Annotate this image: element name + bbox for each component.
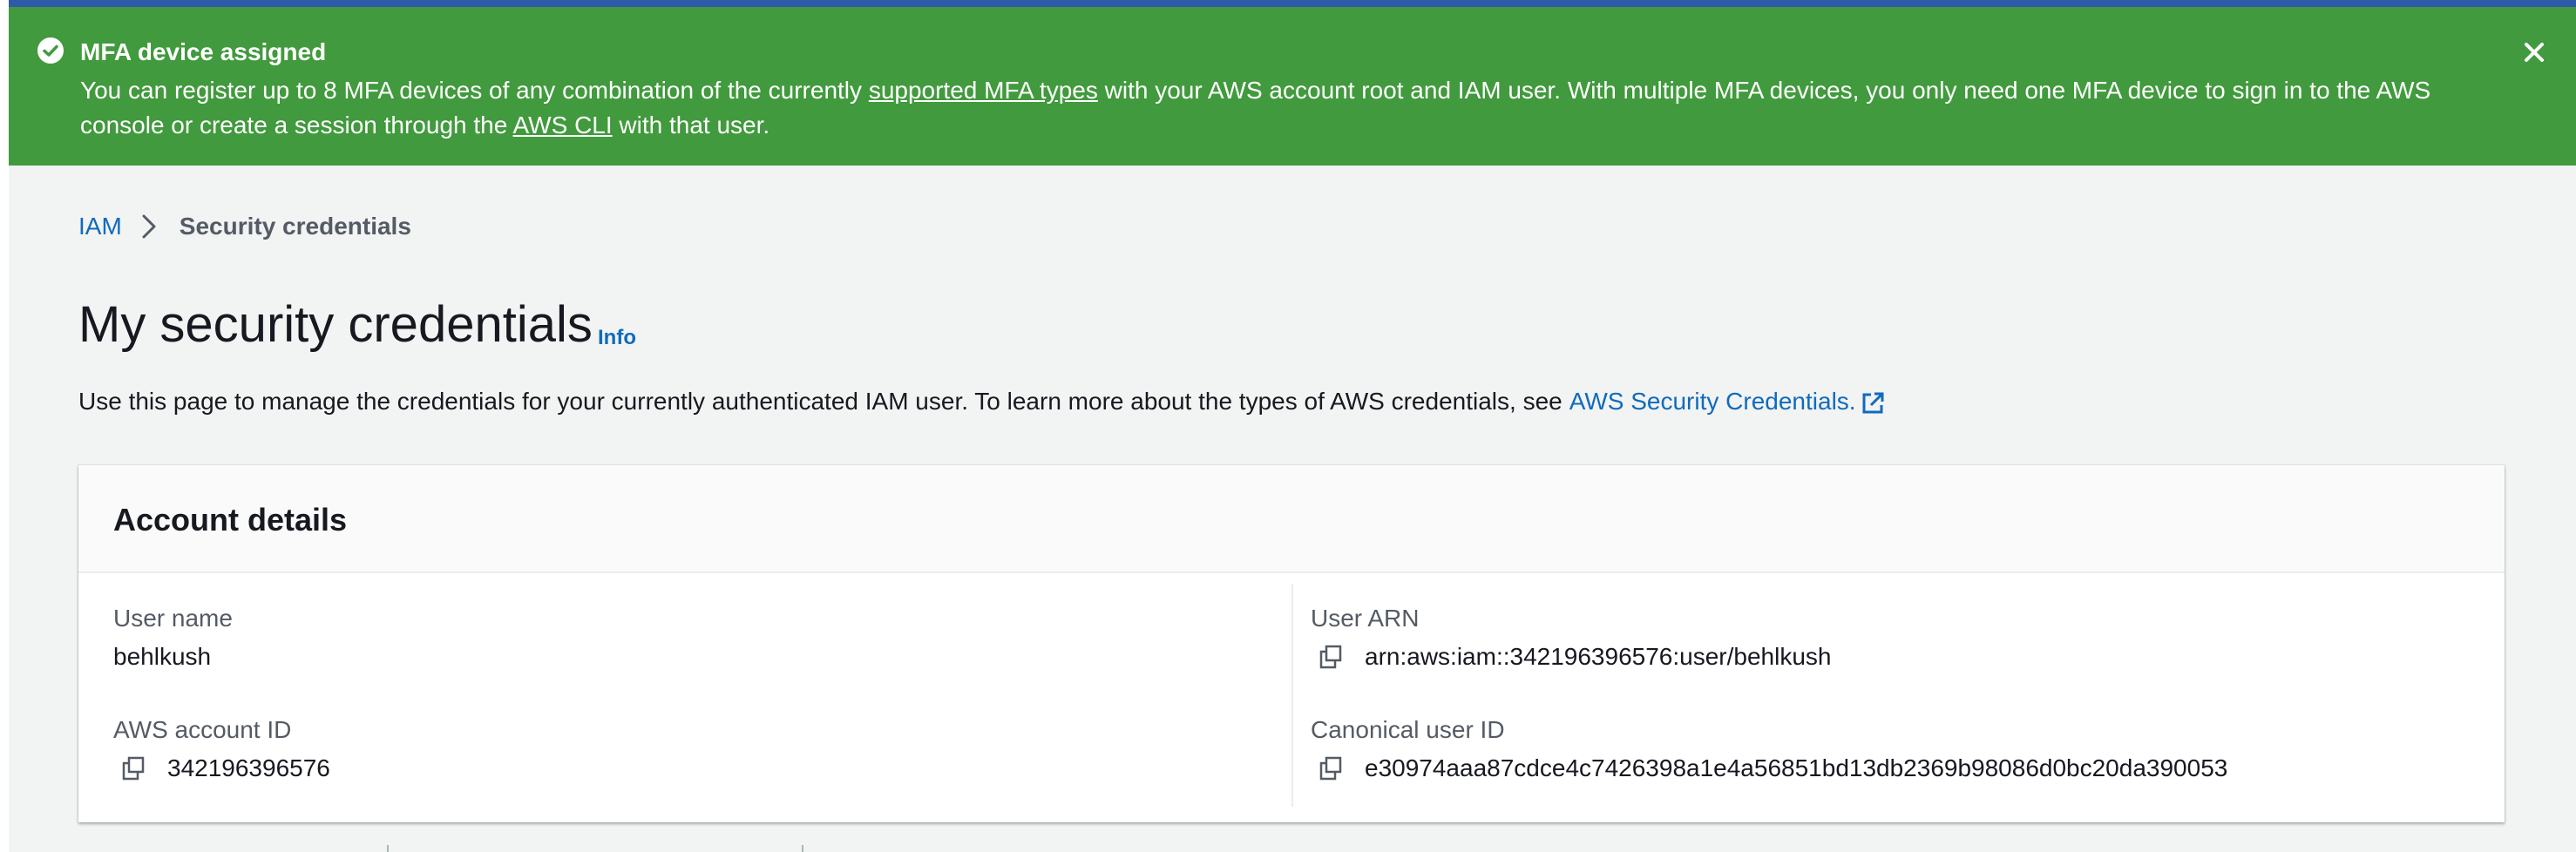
account-id-label: AWS account ID — [113, 716, 292, 743]
canonical-user-id-value: e30974aaa87cdce4c7426398a1e4a56851bd13db… — [1365, 754, 2228, 781]
supported-mfa-types-link[interactable]: supported MFA types — [869, 77, 1098, 104]
copy-icon[interactable] — [1318, 755, 1344, 781]
user-name-label: User name — [113, 605, 233, 632]
aws-security-credentials-link[interactable]: AWS Security Credentials. — [1569, 385, 1886, 418]
account-id-field: 342196396576 — [120, 754, 330, 782]
flash-title: MFA device assigned — [80, 38, 327, 65]
info-link[interactable]: Info — [598, 326, 636, 350]
external-link-icon — [1862, 392, 1884, 414]
check-circle-icon — [37, 37, 64, 64]
user-arn-value: arn:aws:iam::342196396576:user/behlkush — [1365, 643, 1832, 670]
copy-icon[interactable] — [120, 755, 146, 781]
user-name-value: behlkush — [113, 643, 212, 670]
user-arn-field: arn:aws:iam::342196396576:user/behlkush — [1318, 643, 1831, 671]
flash-message-part-1: You can register up to 8 MFA devices of … — [80, 77, 869, 104]
copy-icon[interactable] — [1318, 644, 1344, 670]
aws-security-credentials-link-label: AWS Security Credentials. — [1569, 388, 1856, 415]
breadcrumb-current: Security credentials — [179, 213, 411, 240]
tab-divider — [802, 845, 803, 852]
canonical-user-id-label: Canonical user ID — [1311, 716, 1505, 743]
column-divider — [1291, 584, 1293, 807]
chevron-right-icon — [142, 214, 156, 239]
tab-divider — [387, 845, 389, 852]
flash-message: You can register up to 8 MFA devices of … — [80, 73, 2485, 143]
account-id-value: 342196396576 — [167, 754, 330, 781]
page-description-text: Use this page to manage the credentials … — [78, 388, 1563, 415]
breadcrumb: IAM Security credentials — [78, 211, 411, 242]
flash-message-part-3: with that user. — [612, 112, 770, 139]
account-details-panel: Account details User name behlkush AWS a… — [78, 465, 2505, 822]
aws-cli-link[interactable]: AWS CLI — [513, 112, 613, 139]
breadcrumb-iam-link[interactable]: IAM — [78, 213, 122, 240]
page: MFA device assigned You can register up … — [0, 0, 2576, 852]
top-strip — [9, 0, 2576, 7]
page-description: Use this page to manage the credentials … — [78, 385, 1886, 418]
user-arn-label: User ARN — [1311, 605, 1420, 632]
account-details-title: Account details — [113, 502, 348, 538]
success-flash-banner: MFA device assigned You can register up … — [9, 7, 2576, 166]
close-icon[interactable] — [2522, 40, 2546, 64]
canonical-user-id-field: e30974aaa87cdce4c7426398a1e4a56851bd13db… — [1318, 754, 2227, 782]
account-details-header: Account details — [78, 465, 2505, 573]
page-title: My security credentials — [78, 296, 593, 353]
